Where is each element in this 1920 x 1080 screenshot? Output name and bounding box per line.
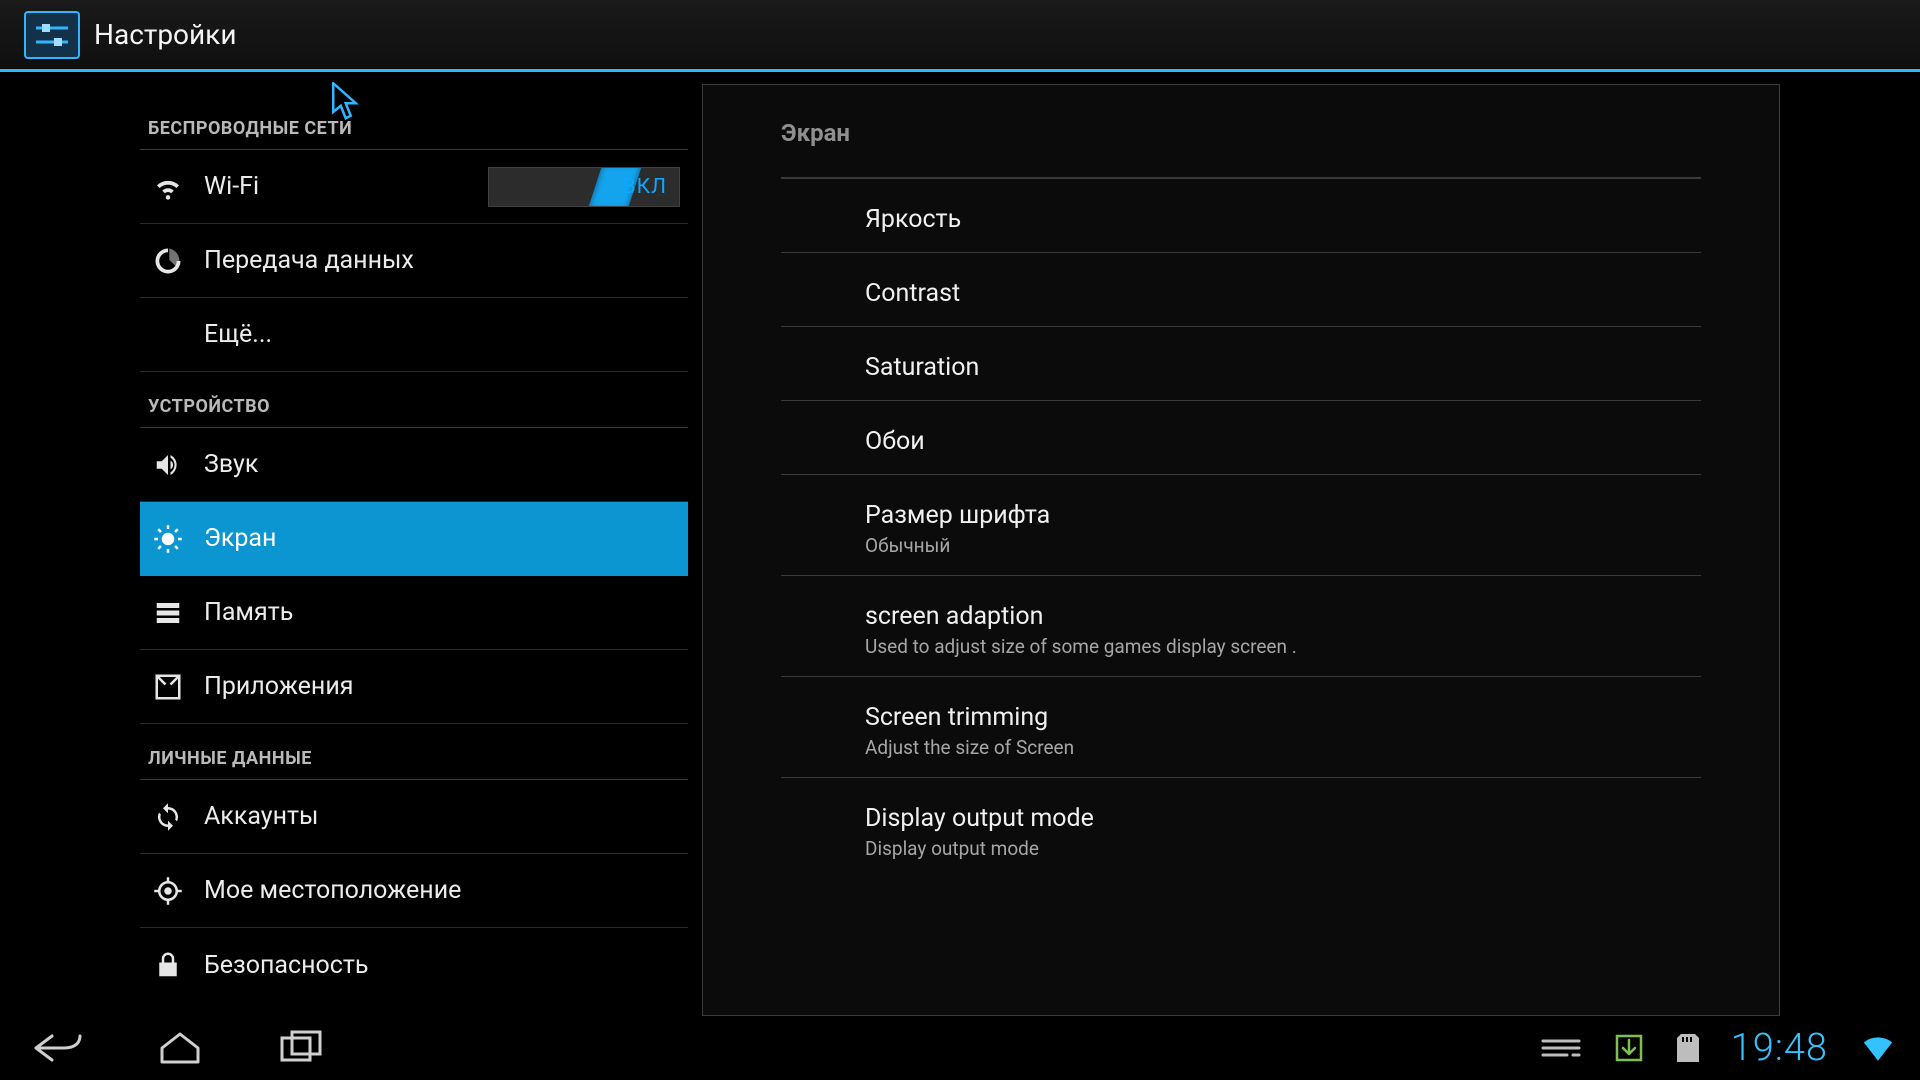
wifi-icon bbox=[150, 169, 186, 205]
sync-icon bbox=[150, 799, 186, 835]
back-button[interactable] bbox=[22, 1024, 94, 1072]
sidebar-item-apps[interactable]: Приложения bbox=[140, 650, 688, 724]
sidebar-item-display[interactable]: Экран bbox=[140, 502, 688, 576]
row-title: Saturation bbox=[865, 353, 1701, 382]
sidebar-item-security[interactable]: Безопасность bbox=[140, 928, 688, 1002]
storage-icon bbox=[150, 595, 186, 631]
detail-row-contrast[interactable]: Contrast bbox=[781, 253, 1701, 327]
sidebar-item-sound[interactable]: Звук bbox=[140, 428, 688, 502]
row-subtitle: Used to adjust size of some games displa… bbox=[865, 635, 1701, 658]
row-subtitle: Display output mode bbox=[865, 837, 1701, 860]
sidebar-item-label: Передача данных bbox=[204, 246, 414, 275]
settings-app-icon bbox=[24, 11, 80, 59]
detail-panel: Экран Яркость Contrast Saturation Обои Р… bbox=[702, 84, 1780, 1016]
detail-row-screen-adaption[interactable]: screen adaption Used to adjust size of s… bbox=[781, 576, 1701, 677]
row-title: Яркость bbox=[865, 205, 1701, 234]
sidebar-item-label: Приложения bbox=[204, 672, 354, 701]
row-title: Contrast bbox=[865, 279, 1701, 308]
detail-row-wallpaper[interactable]: Обои bbox=[781, 401, 1701, 475]
sidebar-item-data-usage[interactable]: Передача данных bbox=[140, 224, 688, 298]
detail-row-screen-trimming[interactable]: Screen trimming Adjust the size of Scree… bbox=[781, 677, 1701, 778]
row-title: Display output mode bbox=[865, 804, 1701, 833]
row-subtitle: Обычный bbox=[865, 534, 1701, 557]
sidebar-item-label: Wi-Fi bbox=[204, 172, 259, 201]
keyboard-icon[interactable] bbox=[1539, 1033, 1583, 1063]
status-wifi-icon[interactable] bbox=[1858, 1031, 1898, 1065]
recent-apps-button[interactable] bbox=[266, 1024, 338, 1072]
status-clock[interactable]: 19:48 bbox=[1731, 1026, 1828, 1070]
download-tray-icon[interactable] bbox=[1613, 1032, 1645, 1064]
data-usage-icon bbox=[150, 243, 186, 279]
sidebar-item-wifi[interactable]: Wi-Fi ВКЛ bbox=[140, 150, 688, 224]
app-bar: Настройки bbox=[0, 0, 1920, 72]
detail-row-saturation[interactable]: Saturation bbox=[781, 327, 1701, 401]
section-device: УСТРОЙСТВО bbox=[140, 372, 688, 428]
apps-icon bbox=[150, 669, 186, 705]
sidebar-item-storage[interactable]: Память bbox=[140, 576, 688, 650]
row-title: Screen trimming bbox=[865, 703, 1701, 732]
brightness-icon bbox=[150, 521, 186, 557]
section-personal: ЛИЧНЫЕ ДАННЫЕ bbox=[140, 724, 688, 780]
row-title: Размер шрифта bbox=[865, 501, 1701, 530]
sidebar-item-accounts[interactable]: Аккаунты bbox=[140, 780, 688, 854]
sidebar-item-more[interactable]: Ещё... bbox=[140, 298, 688, 372]
detail-row-display-output-mode[interactable]: Display output mode Display output mode bbox=[781, 778, 1701, 878]
sidebar-item-label: Безопасность bbox=[204, 951, 368, 980]
detail-header: Экран bbox=[781, 85, 1701, 179]
sidebar-item-label: Звук bbox=[204, 450, 258, 479]
sidebar-item-location[interactable]: Мое местоположение bbox=[140, 854, 688, 928]
system-navbar: 19:48 bbox=[0, 1016, 1920, 1080]
row-title: screen adaption bbox=[865, 602, 1701, 631]
location-icon bbox=[150, 873, 186, 909]
sidebar-item-label: Ещё... bbox=[204, 320, 272, 349]
sidebar-item-label: Мое местоположение bbox=[204, 876, 461, 905]
settings-sidebar: БЕСПРОВОДНЫЕ СЕТИ Wi-Fi ВКЛ Передача дан… bbox=[140, 72, 688, 1016]
row-subtitle: Adjust the size of Screen bbox=[865, 736, 1701, 759]
home-button[interactable] bbox=[144, 1024, 216, 1072]
sidebar-item-label: Память bbox=[204, 598, 293, 627]
section-wireless: БЕСПРОВОДНЫЕ СЕТИ bbox=[140, 94, 688, 150]
volume-icon bbox=[150, 447, 186, 483]
blank-icon bbox=[150, 317, 186, 353]
row-title: Обои bbox=[865, 427, 1701, 456]
detail-row-brightness[interactable]: Яркость bbox=[781, 179, 1701, 253]
sdcard-tray-icon[interactable] bbox=[1675, 1032, 1701, 1064]
lock-icon bbox=[150, 947, 186, 983]
sidebar-item-label: Аккаунты bbox=[204, 802, 318, 831]
wifi-toggle[interactable]: ВКЛ bbox=[488, 167, 680, 207]
app-title: Настройки bbox=[94, 18, 236, 51]
toggle-on-label: ВКЛ bbox=[623, 175, 667, 199]
detail-row-fontsize[interactable]: Размер шрифта Обычный bbox=[781, 475, 1701, 576]
sidebar-item-label: Экран bbox=[204, 524, 276, 553]
